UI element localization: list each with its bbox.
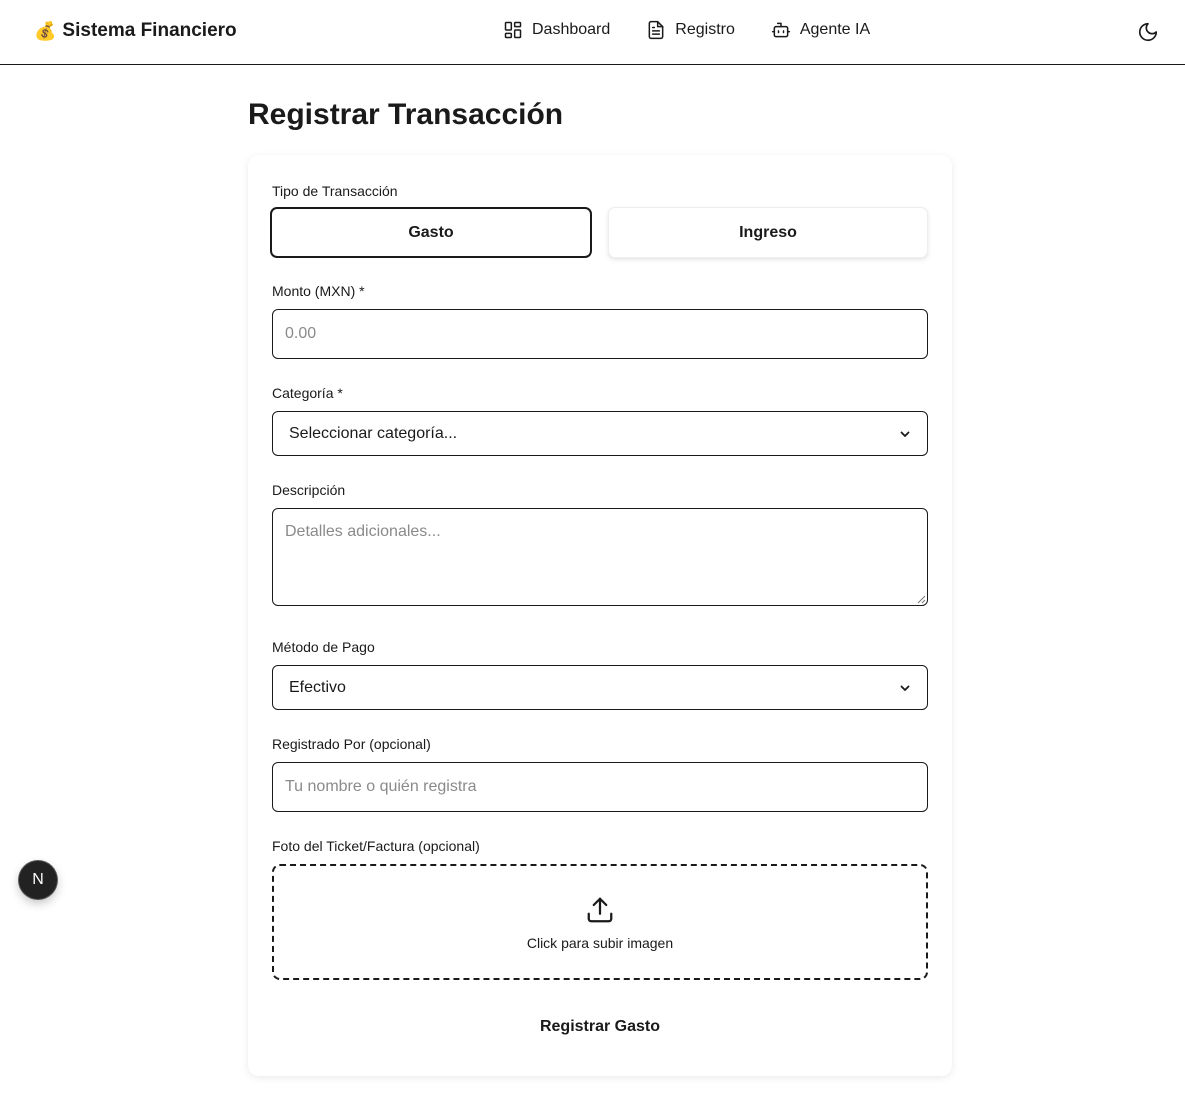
amount-label: Monto (MXN) * <box>272 283 365 299</box>
nav-item-label: Registro <box>675 21 735 38</box>
payment-method-select[interactable]: Efectivo <box>272 665 928 710</box>
submit-gasto-button[interactable]: Registrar Gasto <box>272 1007 928 1047</box>
money-bag-icon: 💰 <box>34 21 57 41</box>
resize-grip-icon[interactable] <box>916 594 926 604</box>
description-textarea[interactable] <box>272 508 928 606</box>
nav-item-agente-ia[interactable]: Agente IA <box>771 20 870 40</box>
receipt-photo-label: Foto del Ticket/Factura (opcional) <box>272 838 480 854</box>
type-gasto-button[interactable]: Gasto <box>270 207 592 258</box>
transaction-form-card: Tipo de Transacción Gasto Ingreso Monto … <box>248 155 952 1076</box>
upload-icon <box>587 897 613 923</box>
page-title: Registrar Transacción <box>248 98 564 131</box>
dashboard-grid-icon <box>504 21 522 39</box>
moon-icon <box>1138 22 1158 42</box>
payment-method-label: Método de Pago <box>272 639 375 655</box>
receipt-upload-dropzone[interactable]: Click para subir imagen <box>272 864 928 980</box>
main-nav: Dashboard Registro Agente IA <box>503 20 870 40</box>
description-label: Descripción <box>272 482 346 498</box>
nav-item-registro[interactable]: Registro <box>646 20 735 40</box>
amount-input[interactable] <box>272 309 928 359</box>
top-navbar: 💰 Sistema Financiero Dashboard Registro <box>0 0 1185 65</box>
brand-name: Sistema Financiero <box>62 20 237 41</box>
nav-item-label: Agente IA <box>799 21 871 38</box>
category-label: Categoría * <box>272 385 343 401</box>
chevron-down-icon <box>900 685 910 691</box>
type-ingreso-button[interactable]: Ingreso <box>608 207 928 258</box>
brand[interactable]: 💰 Sistema Financiero <box>34 20 237 42</box>
registered-by-label: Registrado Por (opcional) <box>272 736 431 752</box>
chevron-down-icon <box>900 431 910 437</box>
registered-by-input[interactable] <box>272 762 928 812</box>
theme-toggle-button[interactable] <box>1137 21 1159 43</box>
document-icon <box>648 20 664 40</box>
nav-item-dashboard[interactable]: Dashboard <box>503 20 610 40</box>
robot-icon <box>771 22 790 38</box>
upload-hint: Click para subir imagen <box>526 935 674 951</box>
transaction-type-label: Tipo de Transacción <box>272 183 398 199</box>
category-select[interactable]: Seleccionar categoría... <box>272 411 928 456</box>
category-select-value: Seleccionar categoría... <box>289 424 458 442</box>
nav-item-label: Dashboard <box>532 21 611 38</box>
nextjs-dev-badge[interactable]: N <box>19 861 57 899</box>
payment-method-value: Efectivo <box>289 678 346 696</box>
